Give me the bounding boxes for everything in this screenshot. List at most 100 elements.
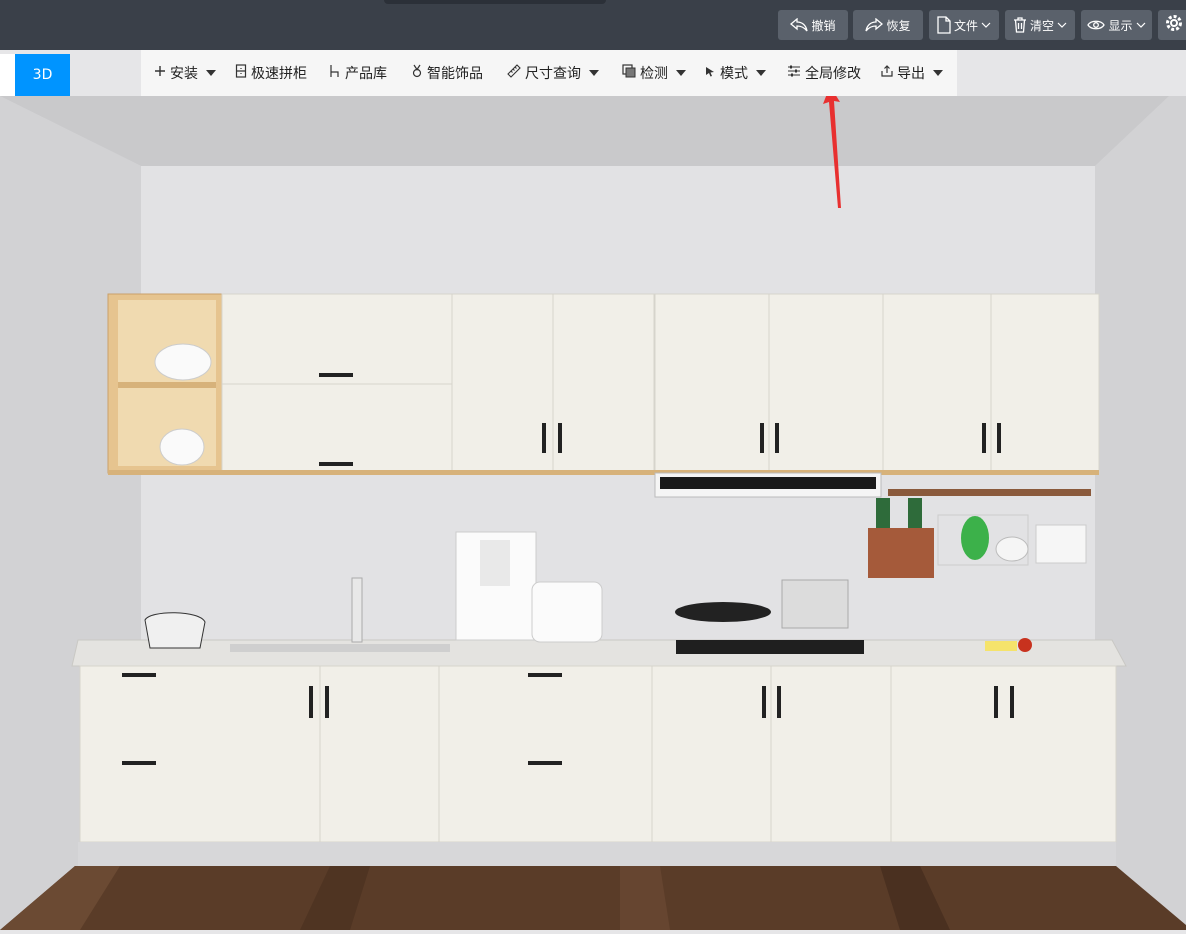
knife (908, 498, 922, 528)
trash-icon (1013, 17, 1027, 33)
upper-drawer (221, 293, 453, 385)
handle (122, 761, 156, 765)
menu-product-library[interactable]: 产品库 (329, 50, 387, 96)
chevron-down-icon (981, 22, 991, 28)
left-strip (0, 54, 15, 96)
title-notch (384, 0, 606, 4)
undo-icon (790, 18, 809, 32)
wood-floor (0, 866, 1186, 930)
menu-quick-cabinet-label: 极速拼柜 (251, 66, 307, 82)
view-3d-label: 3D (32, 67, 53, 83)
handle (528, 673, 562, 677)
lower-cabinet (770, 665, 892, 843)
handle (325, 686, 329, 718)
upper-door (451, 293, 554, 474)
lower-cabinet (79, 665, 321, 843)
wok (675, 602, 771, 622)
stock-pot (781, 579, 849, 629)
ruler-icon (507, 64, 521, 82)
handle (775, 423, 779, 453)
handle (528, 761, 562, 765)
file-menu-button[interactable]: 文件 (929, 10, 999, 40)
caret-down-icon (676, 70, 686, 76)
clear-label: 清空 (1029, 18, 1054, 33)
menu-mode-label: 模式 (720, 66, 748, 82)
knife (876, 498, 890, 528)
menu-global-modify[interactable]: 全局修改 (787, 50, 861, 96)
eye-icon (1087, 19, 1106, 31)
rice-cooker (531, 581, 603, 643)
file-label: 文件 (953, 18, 978, 33)
handle (542, 423, 546, 453)
wall-rail (888, 489, 1091, 496)
cheese (985, 641, 1017, 651)
menu-size-query-label: 尺寸查询 (525, 66, 581, 82)
handle (319, 373, 353, 377)
kitchen-3d-viewport[interactable] (0, 80, 1186, 930)
upper-door (552, 293, 655, 474)
undo-button[interactable]: 撤销 (778, 10, 848, 40)
plus-icon (154, 65, 166, 81)
lower-cabinet (319, 665, 440, 843)
handle (122, 673, 156, 677)
menu-size-query[interactable]: 尺寸查询 (507, 50, 599, 96)
caret-down-icon (933, 70, 943, 76)
upper-door (882, 293, 992, 474)
handle (319, 462, 353, 466)
handle (994, 686, 998, 718)
redo-button[interactable]: 恢复 (853, 10, 923, 40)
knife-block (868, 528, 934, 578)
chevron-down-icon (1136, 22, 1146, 28)
menu-mode[interactable]: 模式 (704, 50, 766, 96)
clear-menu-button[interactable]: 清空 (1005, 10, 1075, 40)
view-3d-button[interactable]: 3D (15, 54, 70, 96)
sink (230, 644, 450, 652)
decor-icon (411, 64, 423, 82)
cabinet-icon (235, 64, 247, 82)
file-icon (937, 16, 951, 34)
cabinet-bottom-edge (108, 470, 1099, 475)
settings-button[interactable] (1158, 10, 1186, 40)
caret-down-icon (206, 70, 216, 76)
redo-icon (865, 18, 884, 32)
handle (777, 686, 781, 718)
faucet (351, 577, 363, 643)
kick-board (78, 842, 1116, 866)
utensil-holder (1035, 524, 1087, 564)
menu-install[interactable]: 安装 (154, 50, 216, 96)
upper-door (768, 293, 884, 474)
top-toolbar: 撤销 恢复 文件 清空 显示 (0, 0, 1186, 50)
upper-door (990, 293, 1100, 474)
chevron-down-icon (1057, 22, 1067, 28)
lower-cabinet (651, 665, 772, 843)
purifier-panel (480, 540, 510, 586)
handle (982, 423, 986, 453)
menu-export[interactable]: 导出 (881, 50, 943, 96)
caret-down-icon (589, 70, 599, 76)
sliders-icon (787, 64, 801, 82)
handle (309, 686, 313, 718)
lower-cabinet (890, 665, 1117, 843)
range-hood-panel (660, 477, 876, 489)
cursor-icon (704, 64, 716, 82)
handle (997, 423, 1001, 453)
menu-product-library-label: 产品库 (345, 66, 387, 82)
display-menu-button[interactable]: 显示 (1081, 10, 1152, 40)
menu-global-modify-label: 全局修改 (805, 66, 861, 82)
upper-drawer (221, 383, 453, 474)
menu-check[interactable]: 检测 (622, 50, 686, 96)
redo-label: 恢复 (886, 18, 911, 33)
menu-smart-decor-label: 智能饰品 (427, 66, 483, 82)
menu-quick-cabinet[interactable]: 极速拼柜 (235, 50, 307, 96)
shelf-board (118, 382, 216, 388)
white-bowls (995, 536, 1029, 562)
undo-label: 撤销 (811, 18, 836, 33)
check-icon (622, 64, 636, 82)
countertop (71, 639, 1127, 667)
main-menu-bar: 安装 极速拼柜 产品库 智能饰品 尺寸查询 检测 模式 全局修改 导出 (141, 50, 957, 96)
menu-export-label: 导出 (897, 66, 925, 82)
teapot (144, 612, 206, 649)
menu-smart-decor[interactable]: 智能饰品 (411, 50, 483, 96)
handle (762, 686, 766, 718)
handle (558, 423, 562, 453)
